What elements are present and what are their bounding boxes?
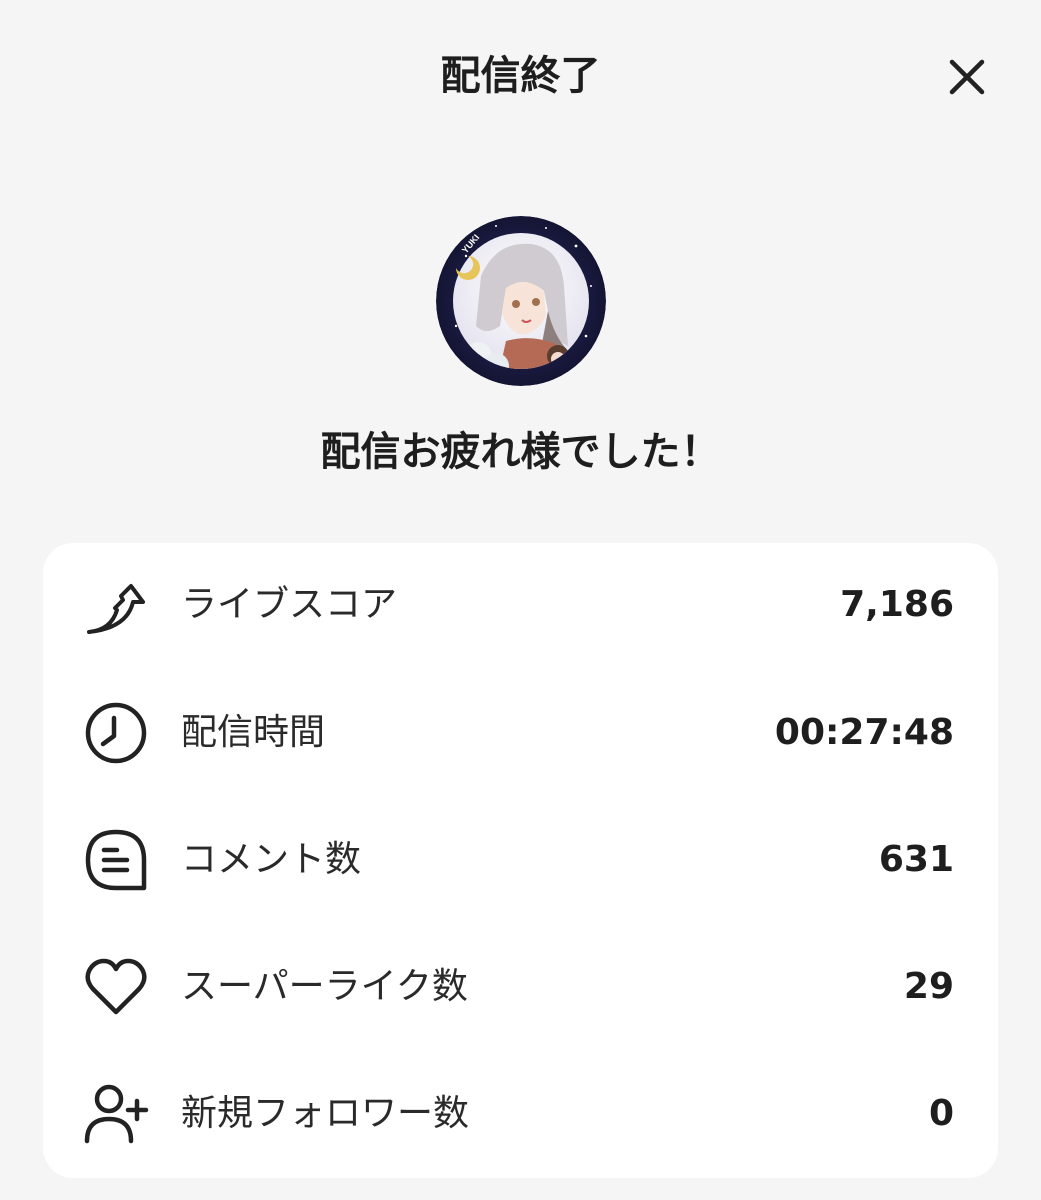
stat-value: 0 — [928, 1093, 954, 1134]
clock-icon — [85, 702, 147, 764]
stat-value: 7,186 — [840, 584, 954, 625]
stat-label: ライブスコア — [181, 584, 398, 625]
stat-label: コメント数 — [181, 839, 362, 880]
stat-row-stream-time: 配信時間 00:27:48 — [43, 683, 998, 783]
stat-value: 29 — [903, 966, 954, 1007]
stat-row-comments: コメント数 631 — [43, 810, 998, 910]
close-icon — [949, 59, 985, 95]
stat-row-super-likes: スーパーライク数 29 — [43, 937, 998, 1037]
stat-label: 配信時間 — [181, 712, 326, 753]
stat-value: 00:27:48 — [774, 712, 954, 753]
completion-message: 配信お疲れ様でした！ — [320, 429, 721, 475]
stat-row-new-followers: 新規フォロワー数 0 — [43, 1064, 998, 1164]
add-user-icon — [84, 1084, 149, 1144]
close-button[interactable] — [938, 52, 996, 102]
avatar-image: YUKI — [436, 216, 606, 386]
page-title: 配信終了 — [440, 53, 601, 99]
stat-label: スーパーライク数 — [181, 966, 468, 1007]
stat-label: 新規フォロワー数 — [181, 1093, 470, 1134]
avatar: YUKI — [436, 216, 606, 386]
stat-value: 631 — [878, 839, 954, 880]
stats-card: ライブスコア 7,186 配信時間 00:27:48 コメント数 631 スーパ… — [43, 543, 998, 1178]
live-score-icon — [87, 584, 145, 634]
stat-row-live-score: ライブスコア 7,186 — [43, 555, 998, 655]
comment-icon — [85, 829, 147, 891]
heart-icon — [85, 958, 147, 1015]
